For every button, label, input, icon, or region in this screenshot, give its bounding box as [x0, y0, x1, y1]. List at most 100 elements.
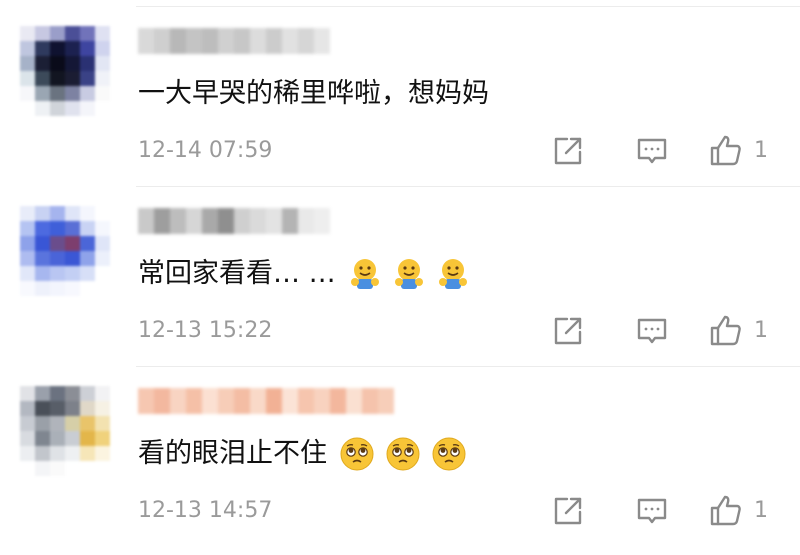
avatar[interactable] [20, 386, 110, 476]
share-button[interactable] [548, 494, 588, 528]
pleading-face-emoji-icon [432, 437, 466, 471]
avatar-pixel [35, 56, 50, 71]
avatar-pixel [50, 221, 65, 236]
action-bar: 1 [548, 314, 768, 348]
share-icon [554, 317, 582, 345]
reply-button[interactable] [632, 494, 672, 528]
avatar-pixel [65, 206, 80, 221]
avatar-pixel [50, 236, 65, 251]
avatar-pixel [20, 401, 35, 416]
like-button[interactable] [706, 133, 746, 169]
avatar-pixel [95, 401, 110, 416]
avatar-pixel [80, 266, 95, 281]
like-button[interactable] [706, 313, 746, 349]
avatar-pixel [20, 386, 35, 401]
avatar-pixel [20, 41, 35, 56]
avatar-pixel [35, 401, 50, 416]
avatar-pixel [35, 446, 50, 461]
avatar-pixel [95, 416, 110, 431]
avatar-pixel [65, 401, 80, 416]
avatar-pixel [35, 266, 50, 281]
avatar-pixel [65, 236, 80, 251]
username-pixel [250, 388, 266, 414]
avatar-pixel [50, 41, 65, 56]
thumbs-up-icon [710, 315, 741, 346]
avatar-pixel [65, 251, 80, 266]
avatar[interactable] [20, 206, 110, 296]
username-pixel [282, 208, 298, 234]
avatar-pixel [95, 251, 110, 266]
timestamp: 12-13 15:22 [138, 318, 273, 343]
avatar-pixel [95, 266, 110, 281]
username-pixel [202, 388, 218, 414]
avatar-pixel [65, 56, 80, 71]
username-pixel [314, 208, 330, 234]
avatar-pixel [65, 446, 80, 461]
avatar-pixel [80, 386, 95, 401]
like-button[interactable] [706, 493, 746, 529]
username[interactable] [138, 28, 330, 54]
share-button[interactable] [548, 314, 588, 348]
avatar-pixel [35, 281, 50, 296]
username-pixel [266, 28, 282, 54]
username-pixel [154, 208, 170, 234]
like-count: 1 [754, 318, 768, 343]
avatar-pixel [80, 461, 95, 476]
username-pixel [154, 388, 170, 414]
thumbs-up-icon [710, 495, 741, 526]
username-pixel [218, 208, 234, 234]
avatar-pixel [20, 86, 35, 101]
avatar-pixel [80, 431, 95, 446]
avatar-pixel [65, 386, 80, 401]
thumbs-up-icon [710, 135, 741, 166]
like-count: 1 [754, 138, 768, 163]
username-pixel [186, 28, 202, 54]
username-pixel [234, 388, 250, 414]
avatar-pixel [20, 71, 35, 86]
avatar-pixel [95, 446, 110, 461]
avatar-pixel [95, 26, 110, 41]
avatar-pixel [80, 26, 95, 41]
avatar-pixel [65, 266, 80, 281]
avatar-pixel [20, 101, 35, 116]
avatar-pixel [95, 41, 110, 56]
username-pixel [282, 28, 298, 54]
reply-button[interactable] [632, 314, 672, 348]
reply-button[interactable] [632, 134, 672, 168]
avatar-pixel [50, 281, 65, 296]
avatar-pixel [50, 206, 65, 221]
avatar-pixel [35, 416, 50, 431]
username-pixel [282, 388, 298, 414]
pleading-face-emoji-icon [386, 437, 420, 471]
avatar-pixel [20, 221, 35, 236]
username-pixel [298, 208, 314, 234]
username-pixel [250, 28, 266, 54]
username-pixel [218, 28, 234, 54]
avatar-pixel [80, 206, 95, 221]
share-icon [554, 497, 582, 525]
avatar-pixel [50, 71, 65, 86]
username[interactable] [138, 388, 394, 414]
avatar[interactable] [20, 26, 110, 116]
comment-icon [637, 498, 667, 524]
username-pixel [234, 28, 250, 54]
avatar-pixel [80, 251, 95, 266]
avatar-pixel [50, 401, 65, 416]
avatar-pixel [65, 461, 80, 476]
avatar-pixel [35, 206, 50, 221]
avatar-pixel [20, 446, 35, 461]
username-pixel [298, 388, 314, 414]
avatar-pixel [65, 86, 80, 101]
comment-text-content: 看的眼泪止不住 [138, 438, 327, 469]
like-count: 1 [754, 498, 768, 523]
avatar-pixel [20, 281, 35, 296]
avatar-pixel [95, 386, 110, 401]
username-pixel [170, 208, 186, 234]
username-pixel [202, 28, 218, 54]
comment-text: 看的眼泪止不住 [138, 434, 467, 474]
comment-icon [637, 318, 667, 344]
avatar-pixel [20, 461, 35, 476]
hugging-emoji-icon [350, 259, 379, 289]
username[interactable] [138, 208, 330, 234]
share-button[interactable] [548, 134, 588, 168]
